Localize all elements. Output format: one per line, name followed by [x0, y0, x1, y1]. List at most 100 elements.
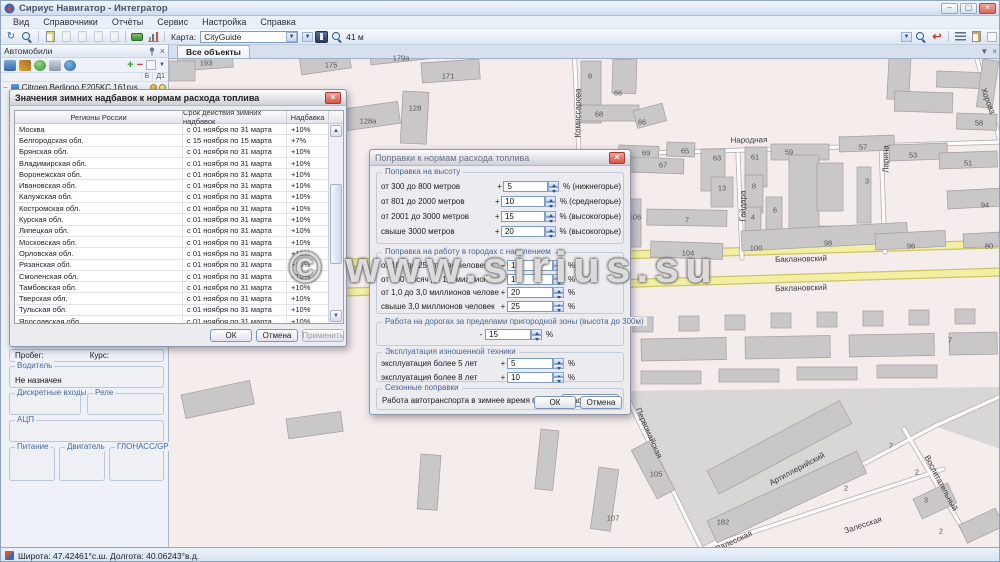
view-mode-icon[interactable]: [146, 60, 156, 70]
scroll-down-icon[interactable]: ▼: [330, 310, 342, 322]
map-options-dropdown[interactable]: ▼: [302, 32, 313, 42]
remove-vehicle-button[interactable]: −: [137, 59, 143, 71]
column-header[interactable]: Б: [141, 73, 153, 81]
table-row[interactable]: Орловская обл. с 01 ноября по 31 марта +…: [15, 248, 329, 259]
table-row[interactable]: Московская обл. с 01 ноября по 31 марта …: [15, 237, 329, 248]
pin-icon[interactable]: [148, 47, 156, 56]
locate-button[interactable]: [315, 31, 328, 43]
column-header[interactable]: Регионы России: [15, 111, 183, 123]
close-button[interactable]: ×: [979, 3, 996, 14]
map-tab-bar: Все объекты ▼ ×: [169, 45, 1000, 59]
menu-item[interactable]: Справочники: [37, 17, 104, 27]
table-row[interactable]: Тамбовская обл. с 01 ноября по 31 марта …: [15, 282, 329, 293]
correction-value-input[interactable]: 15: [485, 329, 531, 340]
table-row[interactable]: Курская обл. с 01 ноября по 31 марта +10…: [15, 214, 329, 225]
correction-value-input[interactable]: 15: [501, 211, 545, 222]
column-header[interactable]: Д1: [152, 73, 168, 81]
correction-value-input[interactable]: 25: [507, 301, 553, 312]
view-dropdown-icon[interactable]: ▼: [159, 62, 165, 68]
table-row[interactable]: Липецкая обл. с 01 ноября по 31 марта +1…: [15, 226, 329, 237]
spinner[interactable]: [553, 287, 564, 298]
van-icon[interactable]: [49, 60, 61, 71]
spinner[interactable]: [531, 329, 542, 340]
spinner[interactable]: [553, 260, 564, 271]
table-row[interactable]: Тульская обл. с 01 ноября по 31 марта +1…: [15, 305, 329, 316]
chart-icon[interactable]: [146, 30, 160, 43]
correction-value-input[interactable]: 10: [507, 260, 553, 271]
correction-value-input[interactable]: 20: [507, 287, 553, 298]
world-icon[interactable]: [64, 60, 76, 71]
spinner[interactable]: [545, 211, 555, 222]
table-row[interactable]: Калужская обл. с 01 ноября по 31 марта +…: [15, 192, 329, 203]
spinner[interactable]: [545, 226, 555, 237]
chevron-down-icon[interactable]: ▼: [286, 32, 297, 42]
map-select-combobox[interactable]: CityGuide ▼: [200, 31, 298, 43]
dialog-title-bar[interactable]: Поправки к нормам расхода топлива ×: [370, 150, 630, 166]
column-header[interactable]: Срок действия зимних надбавок: [183, 111, 287, 123]
ok-button[interactable]: ОК: [210, 329, 252, 342]
ok-button[interactable]: ОК: [534, 396, 576, 409]
find-vehicle-icon[interactable]: [4, 60, 16, 71]
vehicles-filter-button[interactable]: [130, 30, 144, 43]
globe-icon[interactable]: [34, 60, 46, 71]
menu-item[interactable]: Отчёты: [106, 17, 149, 27]
table-row[interactable]: Тверская обл. с 01 ноября по 31 марта +1…: [15, 293, 329, 304]
zoom-in-icon[interactable]: [330, 30, 344, 43]
table-row[interactable]: Костромская обл. с 01 ноября по 31 марта…: [15, 203, 329, 214]
column-header[interactable]: Надбавка: [287, 111, 329, 123]
notes-icon[interactable]: [969, 30, 983, 43]
table-row[interactable]: Брянская обл. с 01 ноября по 31 марта +1…: [15, 147, 329, 158]
menu-item[interactable]: Настройка: [196, 17, 252, 27]
menu-item[interactable]: Вид: [7, 17, 35, 27]
spinner[interactable]: [553, 372, 564, 383]
table-row[interactable]: Ивановская обл. с 01 ноября по 31 марта …: [15, 180, 329, 191]
scrollbar-thumb[interactable]: [330, 184, 342, 264]
cancel-button[interactable]: Отмена: [580, 396, 622, 409]
add-vehicle-button[interactable]: +: [127, 59, 133, 71]
close-icon[interactable]: ×: [609, 152, 625, 164]
table-row[interactable]: Ярославская обл. с 01 ноября по 31 марта…: [15, 316, 329, 324]
table-row[interactable]: Воронежская обл. с 01 ноября по 31 марта…: [15, 169, 329, 180]
correction-value-input[interactable]: 20: [501, 226, 545, 237]
back-arrow-icon[interactable]: ↩: [930, 30, 944, 43]
zoom-scale-dropdown[interactable]: ▼: [901, 32, 912, 42]
panel-close-icon[interactable]: ×: [160, 46, 165, 56]
legend-icon[interactable]: [953, 30, 967, 43]
search-icon[interactable]: [20, 30, 34, 43]
table-row[interactable]: Владимирская обл. с 01 ноября по 31 март…: [15, 158, 329, 169]
tree-expand-icon[interactable]: −: [3, 83, 8, 92]
maximize-button[interactable]: ▢: [960, 3, 977, 14]
correction-value-input[interactable]: 5: [507, 358, 553, 369]
cancel-button[interactable]: Отмена: [256, 329, 298, 342]
brush-icon[interactable]: [19, 60, 31, 71]
spinner[interactable]: [553, 358, 564, 369]
edit-page-icon[interactable]: [43, 30, 57, 43]
table-row[interactable]: Москва с 01 ноября по 31 марта +10%: [15, 124, 329, 135]
table-row[interactable]: Рязанская обл. с 01 ноября по 31 марта +…: [15, 260, 329, 271]
checkbox-icon[interactable]: [985, 30, 999, 43]
spinner[interactable]: [553, 274, 564, 285]
zoom-out-icon[interactable]: [914, 30, 928, 43]
spinner[interactable]: [545, 196, 556, 207]
spinner[interactable]: [548, 181, 559, 192]
menu-item[interactable]: Сервис: [151, 17, 194, 27]
correction-value-input[interactable]: 15: [507, 274, 553, 285]
table-row[interactable]: Смоленская обл. с 01 ноября по 31 марта …: [15, 271, 329, 282]
correction-value-input[interactable]: 5: [503, 181, 548, 192]
dialog-title-bar[interactable]: Значения зимних надбавок к нормам расход…: [10, 90, 346, 106]
apply-button[interactable]: Применить: [302, 329, 344, 342]
cell-region: Тульская обл.: [15, 305, 183, 315]
tab-all-objects[interactable]: Все объекты: [177, 45, 250, 58]
spinner[interactable]: [553, 301, 564, 312]
menu-item[interactable]: Справка: [254, 17, 301, 27]
correction-value-input[interactable]: 10: [501, 196, 545, 207]
minimize-button[interactable]: –: [941, 3, 958, 14]
refresh-icon[interactable]: ↻: [4, 30, 18, 43]
close-icon[interactable]: ×: [325, 92, 341, 104]
table-row[interactable]: Белгородская обл. с 15 ноября по 15 март…: [15, 135, 329, 146]
tab-close-icon[interactable]: ×: [992, 47, 997, 56]
table-scrollbar[interactable]: ▲ ▼: [328, 124, 343, 323]
tab-dropdown-icon[interactable]: ▼: [980, 47, 988, 56]
scroll-up-icon[interactable]: ▲: [330, 125, 342, 137]
correction-value-input[interactable]: 10: [507, 372, 553, 383]
